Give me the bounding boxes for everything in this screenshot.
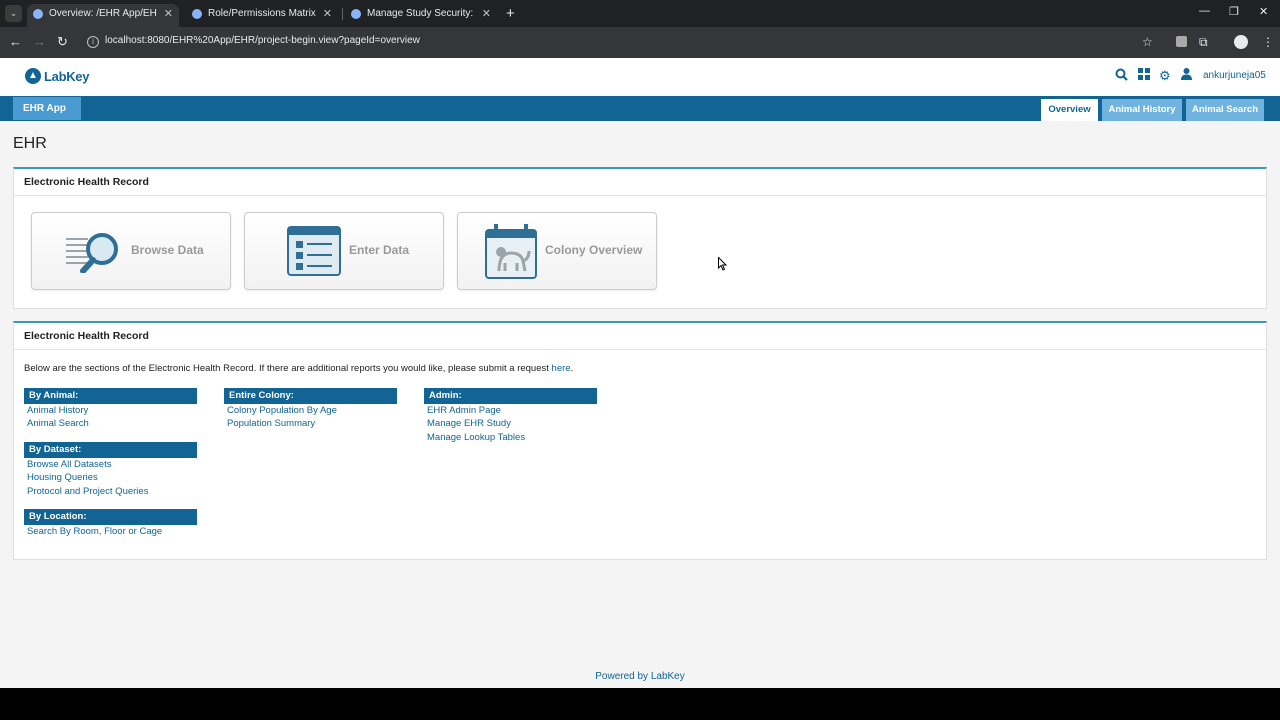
- request-here-link[interactable]: here: [552, 363, 571, 374]
- section-header: By Dataset:: [24, 442, 197, 458]
- section-by-dataset: By Dataset: Browse All Datasets Housing …: [24, 442, 197, 498]
- main-navbar: EHR App ⌄ Overview Animal History Animal…: [0, 96, 1280, 137]
- link-colony-population-by-age[interactable]: Colony Population By Age: [224, 404, 397, 417]
- close-window-icon[interactable]: ✕: [1259, 5, 1268, 18]
- site-header: ▲ LabKey ⚙ ankurjuneja05: [0, 58, 1280, 96]
- reload-icon[interactable]: ↻: [57, 34, 68, 50]
- section-header: By Animal:: [24, 388, 197, 404]
- labkey-favicon-icon: [33, 9, 43, 19]
- minimize-icon[interactable]: —: [1199, 5, 1210, 17]
- labkey-logo-icon: ▲: [25, 68, 41, 84]
- site-info-icon[interactable]: i: [87, 36, 99, 48]
- labkey-favicon-icon: [351, 9, 361, 19]
- labkey-favicon-icon: [192, 9, 202, 19]
- link-protocol-project-queries[interactable]: Protocol and Project Queries: [24, 485, 197, 498]
- apps-grid-icon[interactable]: [1138, 68, 1150, 84]
- tab-search-button[interactable]: ⌄: [5, 5, 22, 22]
- link-manage-lookup-tables[interactable]: Manage Lookup Tables: [424, 431, 597, 444]
- enter-data-button[interactable]: Enter Data: [244, 212, 444, 290]
- page-title: EHR: [13, 135, 47, 152]
- colony-overview-button[interactable]: Colony Overview: [457, 212, 657, 290]
- link-animal-search[interactable]: Animal Search: [24, 417, 197, 430]
- ehr-tiles-panel: Electronic Health Record Browse Data Ent…: [13, 167, 1267, 309]
- tab-animal-history[interactable]: Animal History: [1102, 99, 1182, 121]
- restore-icon[interactable]: ❐: [1229, 5, 1239, 18]
- section-entire-colony: Entire Colony: Colony Population By Age …: [224, 388, 397, 431]
- browse-data-button[interactable]: Browse Data: [31, 212, 231, 290]
- checklist-form-icon: [287, 226, 341, 276]
- link-population-summary[interactable]: Population Summary: [224, 417, 397, 430]
- panel-heading: Electronic Health Record: [14, 323, 1266, 350]
- bookmark-star-icon[interactable]: ☆: [1142, 35, 1153, 49]
- magnifier-document-icon: [66, 233, 118, 273]
- link-browse-all-datasets[interactable]: Browse All Datasets: [24, 458, 197, 471]
- ehr-sections-panel: Electronic Health Record Below are the s…: [13, 321, 1267, 560]
- section-header: Entire Colony:: [224, 388, 397, 404]
- browser-tab-overview[interactable]: Overview: /EHR App/EHR ✕: [27, 4, 179, 27]
- intro-text: Below are the sections of the Electronic…: [24, 363, 574, 374]
- link-search-by-room[interactable]: Search By Room, Floor or Cage: [24, 525, 197, 538]
- link-animal-history[interactable]: Animal History: [24, 404, 197, 417]
- browser-toolbar: ← → ↻ i localhost:8080/EHR%20App/EHR/pro…: [0, 27, 1280, 58]
- page-content: ▲ LabKey ⚙ ankurjuneja05 EHR App ⌄ Overv…: [0, 58, 1280, 688]
- browser-tab-manage-study-security[interactable]: Manage Study Security: /Docu ✕: [345, 4, 497, 27]
- link-manage-ehr-study[interactable]: Manage EHR Study: [424, 417, 597, 430]
- gear-icon[interactable]: ⚙: [1159, 68, 1171, 84]
- section-header: Admin:: [424, 388, 597, 404]
- section-by-animal: By Animal: Animal History Animal Search: [24, 388, 197, 431]
- tab-divider: [342, 8, 343, 20]
- tab-animal-search[interactable]: Animal Search: [1186, 99, 1264, 121]
- profile-avatar-icon[interactable]: [1234, 35, 1248, 49]
- search-icon[interactable]: [1115, 68, 1128, 85]
- extension-icon[interactable]: [1176, 36, 1187, 47]
- close-tab-icon[interactable]: ✕: [482, 4, 491, 24]
- link-ehr-admin-page[interactable]: EHR Admin Page: [424, 404, 597, 417]
- footer-powered-by[interactable]: Powered by LabKey: [0, 671, 1280, 682]
- panel-heading: Electronic Health Record: [14, 169, 1266, 196]
- ehr-app-menu[interactable]: EHR App ⌄: [13, 97, 81, 137]
- section-by-location: By Location: Search By Room, Floor or Ca…: [24, 509, 197, 538]
- address-bar[interactable]: localhost:8080/EHR%20App/EHR/project-beg…: [105, 35, 420, 46]
- close-tab-icon[interactable]: ✕: [164, 4, 173, 24]
- browser-menu-icon[interactable]: ⋮: [1262, 35, 1274, 49]
- back-arrow-icon[interactable]: ←: [9, 34, 22, 50]
- section-header: By Location:: [24, 509, 197, 525]
- browser-tabstrip: ⌄ Overview: /EHR App/EHR ✕ Role/Permissi…: [0, 0, 1280, 27]
- user-icon[interactable]: [1181, 68, 1192, 84]
- mouse-cursor-icon: [718, 257, 728, 271]
- tab-overview[interactable]: Overview: [1041, 99, 1098, 121]
- new-tab-button[interactable]: +: [506, 4, 515, 24]
- username-link[interactable]: ankurjuneja05: [1203, 70, 1266, 81]
- link-housing-queries[interactable]: Housing Queries: [24, 471, 197, 484]
- calendar-monkey-icon: [485, 224, 537, 279]
- extensions-puzzle-icon[interactable]: ⧉: [1199, 35, 1208, 49]
- close-tab-icon[interactable]: ✕: [323, 4, 332, 24]
- forward-arrow-icon[interactable]: →: [33, 34, 46, 50]
- browser-tab-role-permissions[interactable]: Role/Permissions Matrix /Docu ✕: [186, 4, 338, 27]
- section-admin: Admin: EHR Admin Page Manage EHR Study M…: [424, 388, 597, 444]
